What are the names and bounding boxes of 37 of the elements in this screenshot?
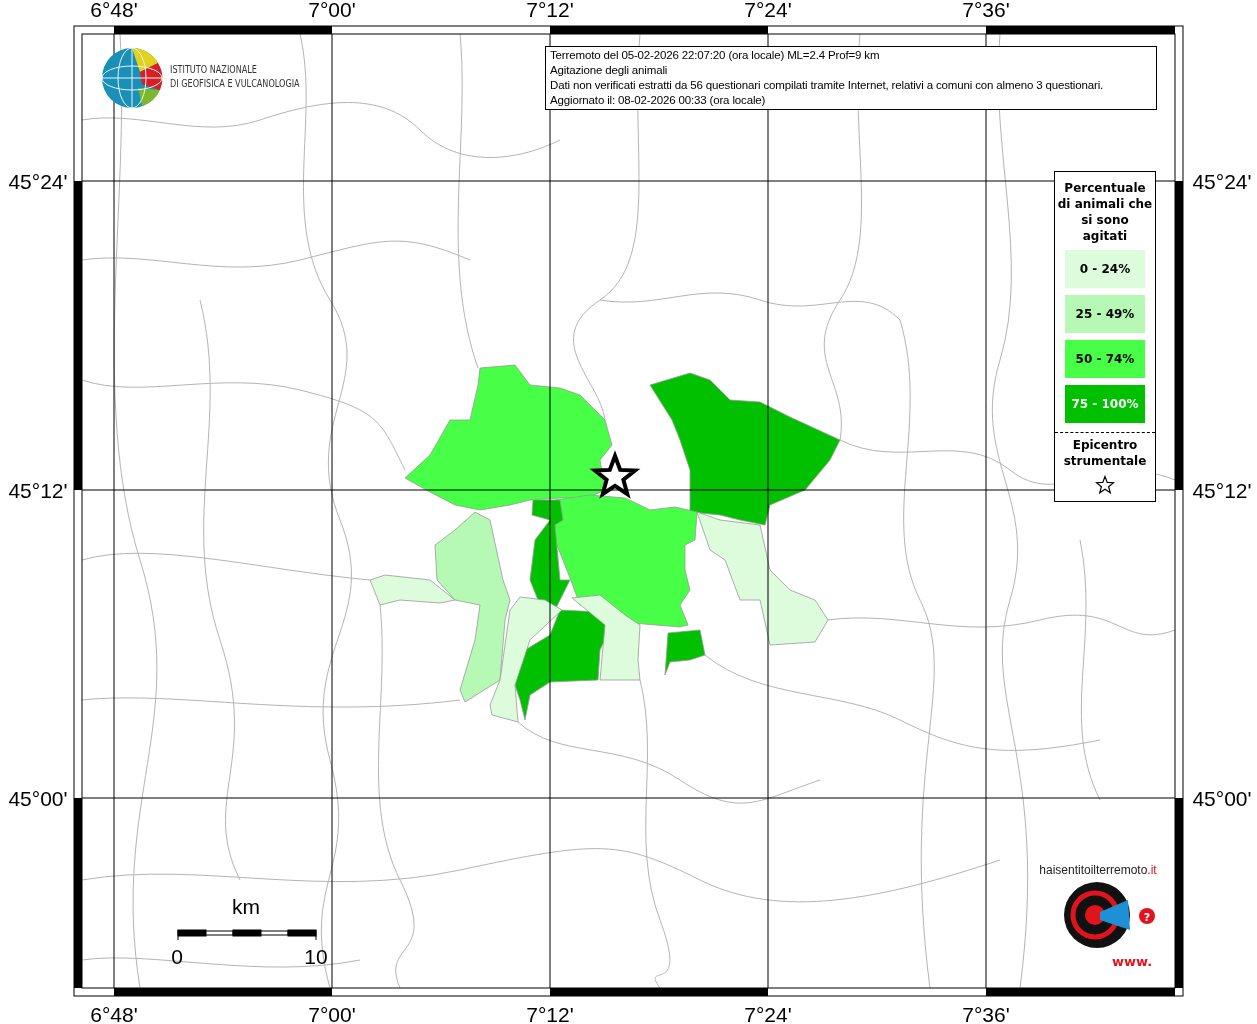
longitude-label: 7°00' [308,1003,356,1024]
institute-globe-icon [101,47,163,109]
latitude-label: 45°24' [8,170,68,193]
longitude-label: 7°36' [962,1003,1010,1024]
info-text: Agitazione degli animali [550,63,669,78]
latitude-label: 45°24' [1192,170,1252,193]
longitude-label: 6°48' [90,0,138,21]
longitude-label: 7°12' [526,0,574,21]
logo-url-prefix: www. [1112,954,1153,969]
scale-label: 10 [304,945,328,968]
info-text: Dati non verificati estratti da 56 questionari compilati tramite Internet, relativi a comuni con almeno 3 questionari. [550,78,1105,93]
legend-class: 25 - 49% [1065,295,1145,333]
logo-text: haisentitoilterremoto.it [1039,863,1157,877]
longitude-label: 7°36' [962,0,1010,21]
institute-name: DI GEOFISICA E VULCANOLOGIA [170,77,300,91]
scale-label: 0 [171,945,183,968]
latitude-label: 45°12' [8,479,68,502]
star-icon [1095,475,1115,495]
epicenter-label: Epicentro strumentale [1062,437,1148,470]
longitude-label: 7°00' [308,0,356,21]
legend-class: 50 - 74% [1065,340,1145,378]
longitude-label: 7°12' [526,1003,574,1024]
legend-class: 75 - 100% [1065,385,1145,423]
longitude-label: 7°24' [744,0,792,21]
latitude-label: 45°00' [8,787,68,810]
legend-class: 0 - 24% [1065,250,1145,288]
legend-title: Percentuale di animali che si sono agitati [1056,180,1154,245]
info-text: Terremoto del 05-02-2026 22:07:20 (ora locale) ML=2.4 Prof=9 km [550,48,881,63]
latitude-label: 45°00' [1192,787,1252,810]
institute-name: ISTITUTO NAZIONALE [170,63,258,77]
target-logo-icon [1064,882,1130,948]
latitude-label: 45°12' [1192,479,1252,502]
question-badge: ? [1139,908,1155,924]
scale-unit: km [232,895,260,918]
info-text: Aggiornato il: 08-02-2026 00:33 (ora locale) [550,93,767,108]
longitude-label: 6°48' [90,1003,138,1024]
longitude-label: 7°24' [744,1003,792,1024]
